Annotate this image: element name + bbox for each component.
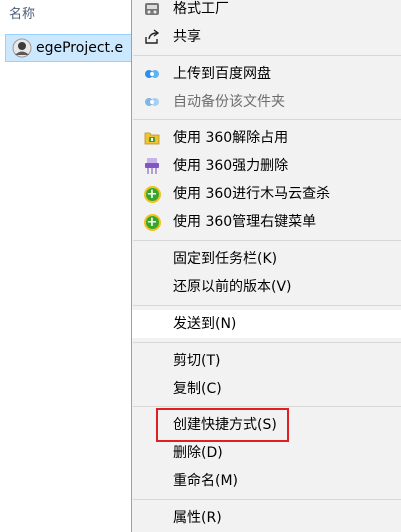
menu-item-properties[interactable]: 属性(R) (132, 504, 401, 532)
menu-item-copy[interactable]: 复制(C) (132, 375, 401, 403)
menu-item-label: 上传到百度网盘 (173, 66, 271, 82)
menu-separator (133, 305, 401, 306)
menu-item-label: 重命名(M) (173, 473, 239, 489)
context-menu: 格式工厂 共享 上传到百度网盘 自动备份该文件夹 使用 360解除占用 使用 3… (131, 0, 401, 532)
menu-item-rename[interactable]: 重命名(M) (132, 467, 401, 495)
menu-item-upload-baidu[interactable]: 上传到百度网盘 (132, 60, 401, 88)
menu-item-auto-backup: 自动备份该文件夹 (132, 88, 401, 116)
360-menu-manager-icon: + (143, 213, 161, 231)
menu-item-label: 共享 (173, 29, 201, 45)
baidu-netdisk-icon (143, 65, 161, 83)
menu-separator (133, 240, 401, 241)
name-column-header[interactable]: 名称 (9, 3, 35, 22)
menu-item-label: 删除(D) (173, 445, 223, 461)
360-shred-icon (143, 157, 161, 175)
menu-item-cut[interactable]: 剪切(T) (132, 347, 401, 375)
format-factory-icon (143, 0, 161, 18)
menu-item-format-factory[interactable]: 格式工厂 (132, 0, 401, 23)
menu-item-label: 还原以前的版本(V) (173, 279, 292, 295)
menu-item-label: 属性(R) (173, 510, 222, 526)
360-scan-icon: + (143, 185, 161, 203)
menu-item-send-to[interactable]: 发送到(N) (132, 310, 401, 338)
menu-item-share[interactable]: 共享 (132, 23, 401, 51)
file-explorer-pane: 名称 egeProject.e (0, 0, 131, 532)
menu-item-label: 使用 360进行木马云查杀 (173, 186, 331, 202)
menu-item-360-shred[interactable]: 使用 360强力删除 (132, 152, 401, 180)
file-name: egeProject.e (36, 40, 124, 56)
file-thumbnail-icon (12, 38, 32, 58)
menu-item-360-menu-manager[interactable]: + 使用 360管理右键菜单 (132, 208, 401, 236)
screen: 名称 egeProject.e 格式工厂 共享 上传到百度网盘 自动备份该文件夹… (0, 0, 401, 532)
menu-separator (133, 406, 401, 407)
360-unlock-icon (143, 129, 161, 147)
selected-file-item[interactable]: egeProject.e (5, 34, 131, 62)
menu-item-label: 自动备份该文件夹 (173, 94, 285, 110)
menu-separator (133, 342, 401, 343)
menu-item-label: 使用 360管理右键菜单 (173, 214, 317, 230)
menu-item-label: 使用 360解除占用 (173, 130, 289, 146)
menu-separator (133, 55, 401, 56)
menu-item-label: 复制(C) (173, 381, 222, 397)
share-icon (143, 28, 161, 46)
menu-item-label: 剪切(T) (173, 353, 221, 369)
menu-item-360-scan[interactable]: + 使用 360进行木马云查杀 (132, 180, 401, 208)
highlight-annotation-box (156, 408, 289, 442)
menu-item-restore-versions[interactable]: 还原以前的版本(V) (132, 273, 401, 301)
menu-item-pin-taskbar[interactable]: 固定到任务栏(K) (132, 245, 401, 273)
menu-item-360-unlock[interactable]: 使用 360解除占用 (132, 124, 401, 152)
menu-item-label: 格式工厂 (173, 1, 229, 17)
menu-item-label: 使用 360强力删除 (173, 158, 289, 174)
menu-separator (133, 119, 401, 120)
baidu-netdisk-icon (143, 93, 161, 111)
menu-separator (133, 499, 401, 500)
menu-item-label: 发送到(N) (173, 316, 237, 332)
menu-item-delete[interactable]: 删除(D) (132, 439, 401, 467)
menu-item-label: 固定到任务栏(K) (173, 251, 278, 267)
